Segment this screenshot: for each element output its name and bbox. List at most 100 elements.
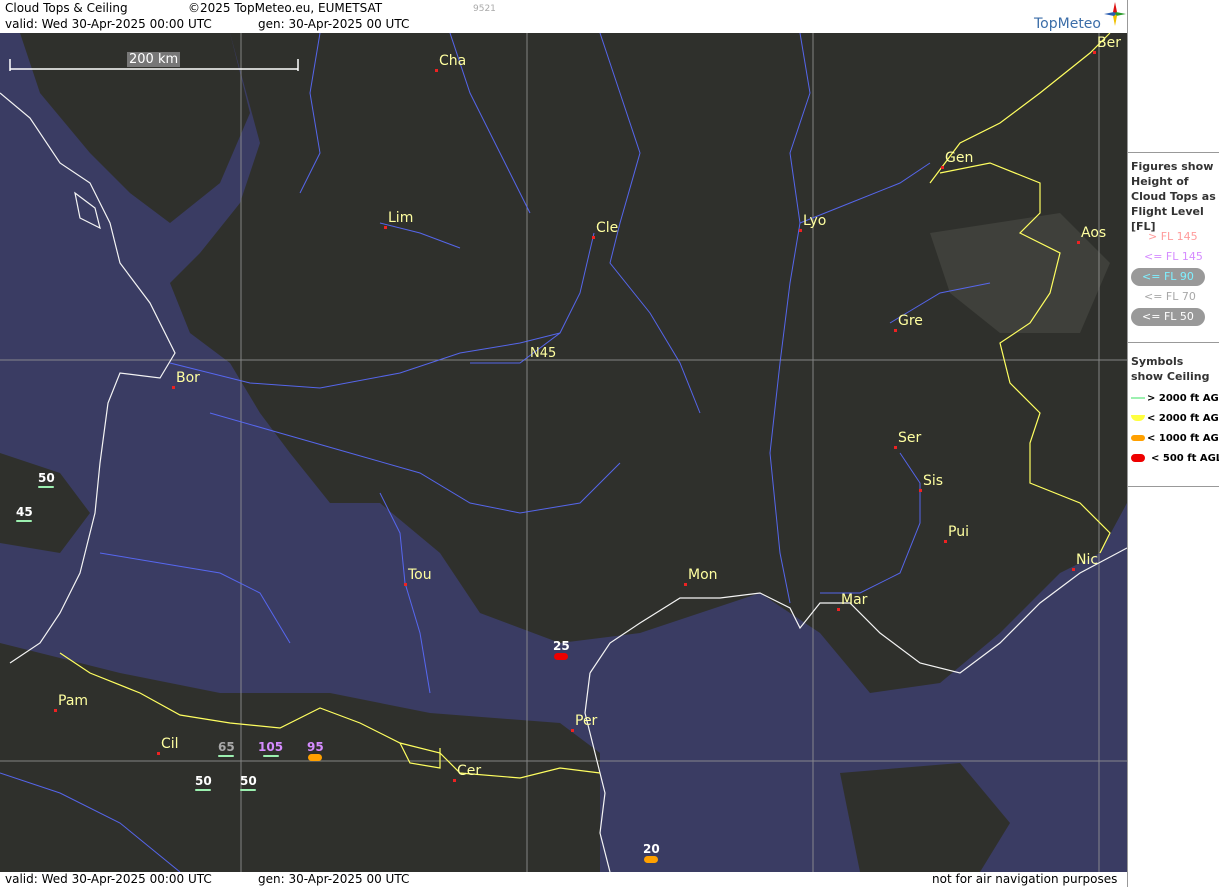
cloud-top-value: 50 [195, 774, 212, 788]
legend-fl-le145: <= FL 145 [1144, 250, 1203, 263]
city-label: Mar [841, 592, 868, 608]
ceiling-symbol-icon [195, 789, 212, 791]
footer-bar: valid: Wed 30-Apr-2025 00:00 UTC gen: 30… [0, 872, 1127, 887]
ceiling-symbol-icon [38, 486, 55, 488]
observation-station[interactable]: 50 [240, 774, 257, 791]
city-marker-icon [1072, 568, 1075, 571]
legend-divider [1128, 486, 1219, 487]
symbols-title: Symbols show Ceiling [1131, 355, 1210, 383]
city-label: Gen [945, 150, 974, 166]
city-label: Cer [457, 763, 482, 779]
city-marker-icon [1093, 51, 1096, 54]
observation-station[interactable]: 105 [258, 740, 283, 757]
ceiling-symbol-icon [240, 789, 257, 791]
city-label: Ser [898, 430, 922, 446]
logo-text: TopMeteo [1034, 16, 1101, 32]
ceiling-block-icon [1131, 454, 1145, 462]
ceiling-symbol-icon [218, 755, 235, 757]
city-label: Mon [688, 567, 718, 583]
city-label: Cha [439, 53, 467, 69]
ceil-label: < 1000 ft AGL [1147, 433, 1219, 444]
scale-label: 200 km [127, 52, 181, 67]
ceiling-symbol-icon [308, 754, 323, 761]
legend-fl-le50: <= FL 50 [1131, 308, 1205, 326]
cloud-sea-south [840, 763, 1010, 872]
city-label: Pui [948, 524, 969, 540]
cloud-top-value: 65 [218, 740, 235, 754]
city-label: Tou [408, 567, 432, 583]
city-marker-icon [435, 69, 438, 72]
city-marker-icon [157, 752, 160, 755]
city-marker-icon [453, 779, 456, 782]
cloud-top-value: 50 [240, 774, 257, 788]
legend-fl-le70: <= FL 70 [1144, 290, 1196, 303]
ceiling-symbol-icon [262, 755, 279, 757]
chart-title: Cloud Tops & Ceiling [5, 1, 128, 15]
legend-panel: Figures show Height of Cloud Tops as Fli… [1127, 0, 1219, 887]
header-bar: Cloud Tops & Ceiling ©2025 TopMeteo.eu, … [0, 0, 1127, 33]
footer-generated-time: gen: 30-Apr-2025 00 UTC [258, 872, 410, 886]
city-label: Cil [161, 736, 179, 752]
cloud-top-value: 45 [16, 505, 33, 519]
observation-station[interactable]: 50 [38, 471, 55, 488]
ceiling-cup-icon [1131, 415, 1145, 421]
legend-fl-gt145: > FL 145 [1148, 230, 1198, 243]
cloud-pyrenees [0, 643, 600, 872]
city-marker-icon [172, 386, 175, 389]
latitude-label: N45 [530, 346, 557, 361]
legend-ceil-gt2000: > 2000 ft AGL [1131, 393, 1219, 404]
valid-time: valid: Wed 30-Apr-2025 00:00 UTC [5, 17, 212, 31]
copyright-text: ©2025 TopMeteo.eu, EUMETSAT [188, 1, 383, 15]
ceil-label: < 500 ft AGL [1151, 453, 1219, 464]
city-label: Bor [176, 370, 200, 386]
city-label: Aos [1081, 225, 1107, 241]
city-label: Nic [1076, 552, 1099, 568]
legend-ceil-lt2000: < 2000 ft AGL [1131, 413, 1219, 424]
city-label: Gre [898, 313, 923, 329]
ceiling-line-icon [1131, 397, 1145, 399]
ceiling-symbol-icon [16, 520, 33, 522]
topmeteo-logo[interactable]: TopMeteo [1034, 2, 1126, 32]
city-label: Lyo [803, 213, 827, 229]
city-label: Lim [388, 210, 414, 226]
city-marker-icon [384, 226, 387, 229]
figures-title: Figures show Height of Cloud Tops as Fli… [1131, 160, 1216, 233]
city-marker-icon [54, 709, 57, 712]
compass-icon [1104, 2, 1126, 26]
ceiling-pill-icon [1131, 435, 1145, 441]
city-marker-icon [837, 608, 840, 611]
cloud-top-value: 95 [307, 740, 324, 754]
observation-station[interactable]: 20 [643, 842, 660, 863]
id-code: 9521 [473, 4, 496, 14]
city-label: Sis [923, 473, 944, 489]
observation-station[interactable]: 45 [16, 505, 33, 522]
cloud-top-value: 50 [38, 471, 55, 485]
city-marker-icon [919, 489, 922, 492]
city-label: Ber [1097, 35, 1121, 51]
cloud-top-value: 25 [553, 639, 570, 653]
legend-divider [1128, 342, 1219, 343]
cloud-biscay [0, 453, 90, 553]
ceiling-symbol-icon [554, 653, 569, 660]
ceiling-symbol-icon [644, 856, 659, 863]
observation-station[interactable]: 65 [218, 740, 235, 757]
city-marker-icon [1077, 241, 1080, 244]
city-marker-icon [894, 329, 897, 332]
cloud-main [170, 33, 1127, 693]
ceil-label: < 2000 ft AGL [1147, 413, 1219, 424]
city-marker-icon [404, 583, 407, 586]
city-marker-icon [941, 166, 944, 169]
generated-time: gen: 30-Apr-2025 00 UTC [258, 17, 410, 31]
cloud-top-value: 105 [258, 740, 284, 754]
legend-ceil-lt1000: < 1000 ft AGL [1131, 433, 1219, 444]
city-marker-icon [684, 583, 687, 586]
cloud-top-value: 20 [643, 842, 660, 856]
observation-station[interactable]: 25 [553, 639, 570, 660]
observation-station[interactable]: 50 [195, 774, 212, 791]
legend-fl-le90: <= FL 90 [1131, 268, 1205, 286]
city-marker-icon [592, 236, 595, 239]
observation-station[interactable]: 95 [307, 740, 324, 761]
city-label: Per [575, 713, 598, 729]
city-label: Pam [58, 693, 89, 709]
satellite-map[interactable]: 200 km N45 Cha Ber Gen Lim Cle Lyo Aos Gre Bor Se… [0, 33, 1127, 872]
